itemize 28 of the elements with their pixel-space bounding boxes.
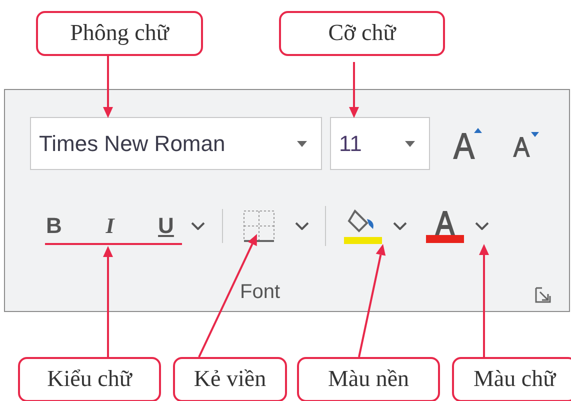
callout-label: Màu chữ (452, 357, 571, 401)
group-label: Font (240, 282, 280, 302)
font-color-button[interactable] (425, 209, 465, 243)
chevron-down-icon[interactable] (475, 222, 489, 230)
callout-label: Cỡ chữ (279, 11, 445, 56)
letter-a-icon (432, 209, 458, 235)
dropdown-arrow-icon (405, 140, 415, 146)
callout-label: Kiểu chữ (18, 357, 161, 401)
chevron-down-icon[interactable] (295, 222, 309, 230)
font-color-bar (426, 235, 464, 243)
fill-color-bar (344, 236, 382, 244)
fill-color-button[interactable] (343, 208, 383, 244)
leader-arrow (103, 56, 113, 118)
italic-button[interactable]: I (95, 215, 125, 237)
callout-label: Kẻ viền (173, 357, 287, 401)
grow-font-icon[interactable] (450, 126, 484, 160)
underline-button[interactable]: U (151, 215, 181, 237)
callout-label: Màu nền (297, 357, 440, 401)
chevron-down-icon[interactable] (393, 222, 407, 230)
callout-label: Phông chữ (36, 11, 203, 56)
font-size-dropdown[interactable]: 11 (330, 117, 430, 170)
dialog-launcher-icon[interactable] (535, 287, 551, 303)
bold-button[interactable]: B (39, 215, 69, 237)
chevron-down-icon[interactable] (191, 222, 205, 230)
font-name-dropdown[interactable]: Times New Roman (30, 117, 322, 170)
dropdown-arrow-icon (297, 140, 307, 146)
leader-arrow (349, 62, 359, 118)
borders-icon[interactable] (243, 210, 275, 242)
